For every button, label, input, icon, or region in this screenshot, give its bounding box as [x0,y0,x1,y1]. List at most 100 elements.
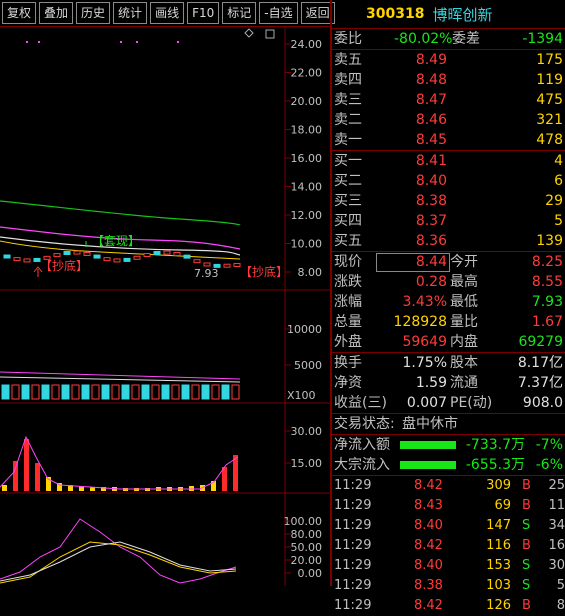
tick-row: 11:29 8.42 116 B 16 [332,536,565,556]
tick-price: 8.38 [414,578,443,593]
quote-value: 59649 [402,334,447,350]
ask-book: 卖五 8.49 175 卖四 8.48 119 卖三 8.47 475 卖二 8.46 321 卖一 8.… [332,50,565,150]
bids-label: 买二 [334,173,362,189]
toolbar-button[interactable]: 叠加 [39,2,74,24]
asks-price[interactable]: 8.45 [416,130,447,150]
axis-tick-label: 10.00 [291,238,323,251]
indicator1-axis: 30.00 15.00 [285,425,322,470]
volume-bar [31,384,40,400]
bids-price[interactable]: 8.41 [416,151,447,171]
asks-label: 卖五 [334,52,362,68]
kdj-d-line [0,541,237,584]
quote-label: 总量 [334,314,362,330]
indicator-bar [2,485,7,491]
stock-name[interactable]: 博晖创新 [432,4,492,25]
volume-bar [151,384,160,400]
tick-time: 11:29 [334,558,372,573]
tick-count: 30 [548,558,565,573]
toolbar-button[interactable]: 复权 [2,2,37,24]
tick-row: 11:29 8.40 153 S 30 [332,556,565,576]
quote-label: 涨幅 [334,294,362,310]
toolbar-button[interactable]: 统计 [113,2,148,24]
flow-bar [400,441,456,449]
tick-count: 16 [548,538,565,553]
asks-label: 卖三 [334,92,362,108]
tick-side: S [522,518,531,533]
quote-label: 量比 [450,314,478,330]
bids-label: 买四 [334,213,362,229]
axis-tick-label: 20.00 [291,95,323,108]
quote-row: 外盘 59649 内盘 69279 [332,332,565,352]
indicator-bar [222,467,227,491]
tick-side: S [522,578,531,593]
bids-row: 买五 8.36 139 [332,231,565,251]
toolbar-button[interactable]: F10 [187,2,220,24]
bids-price[interactable]: 8.36 [416,231,447,251]
bids-volume: 4 [554,153,563,169]
bids-row: 买四 8.37 5 [332,211,565,231]
candle [113,258,121,263]
kline-chart[interactable]: 24.00 22.00 20.00 18.00 16.00 14.00 12.00 10.00… [0,27,330,586]
axis-tick-label: 80.00 [291,528,323,541]
fundamentals-label: 收益(三) [334,395,387,411]
fundamentals-value: 1.59 [415,375,447,391]
asks-label: 卖一 [334,132,362,148]
commission-ratio-value: -80.02% [394,31,453,47]
candle [73,250,81,255]
tick-row: 11:29 8.42 309 B 25 [332,476,565,496]
volume-bar [201,384,210,400]
bids-price[interactable]: 8.37 [416,211,447,231]
asks-price[interactable]: 8.48 [416,70,447,90]
asks-label: 卖四 [334,72,362,88]
toolbar-button[interactable]: 画线 [150,2,185,24]
volume-bar [91,384,100,400]
quote-value: 128928 [393,314,447,330]
volume-bar [121,384,130,400]
asks-row: 卖一 8.45 478 [332,130,565,150]
candle [53,253,61,258]
tick-list[interactable]: 11:29 8.42 309 B 25 11:29 8.43 69 B 11 11:29 8.40 14… [332,476,565,616]
axis-tick-label: 10000 [287,323,322,336]
tick-volume: 116 [486,538,511,553]
bids-row: 买二 8.40 6 [332,171,565,191]
volume-bar [11,384,20,400]
quote-value: 8.55 [531,274,563,290]
candle [23,258,31,263]
tick-volume: 126 [486,598,511,613]
toolbar-button[interactable]: -自选 [259,2,298,24]
quote-label: 外盘 [334,334,362,350]
tick-volume: 309 [486,478,511,493]
window-icon[interactable] [265,29,275,39]
bids-price[interactable]: 8.40 [416,171,447,191]
candle [183,254,191,259]
money-flows: 净流入额 -733.7万 -7% 大宗流入 -655.3万 -6% [332,435,565,475]
asks-price[interactable]: 8.46 [416,110,447,130]
quote-label: 今开 [450,254,478,270]
fundamentals-label: 流通 [450,375,478,391]
stock-header: 300318 博晖创新 [332,0,565,29]
candle [133,255,141,260]
bids-price[interactable]: 8.38 [416,191,447,211]
indicator2-axis: 100.0080.0050.0020.000.00 [284,515,323,580]
stock-code[interactable]: 300318 [366,6,424,22]
candle [93,254,101,259]
asks-price[interactable]: 8.47 [416,90,447,110]
candle [163,250,171,255]
volume-bars [1,384,240,400]
low-price-label: 7.93 [194,267,219,280]
volume-bar [71,384,80,400]
current-price-box [376,253,450,272]
tick-volume: 147 [486,518,511,533]
asks-price[interactable]: 8.49 [416,50,447,70]
tick-side: B [522,538,531,553]
bid-book: 买一 8.41 4 买二 8.40 6 买三 8.38 29 买四 8.37 5 买五 8.36 139 [332,151,565,251]
trade-status-label: 交易状态: [334,416,395,432]
tick-time: 11:29 [334,478,372,493]
flow-label: 净流入额 [334,437,390,453]
axis-tick-label: 12.00 [291,209,323,222]
asks-row: 卖四 8.48 119 [332,70,565,90]
volume-bar [51,384,60,400]
toolbar-button[interactable]: 历史 [76,2,111,24]
flow-label: 大宗流入 [334,457,390,473]
toolbar-button[interactable]: 标记 [222,2,257,24]
